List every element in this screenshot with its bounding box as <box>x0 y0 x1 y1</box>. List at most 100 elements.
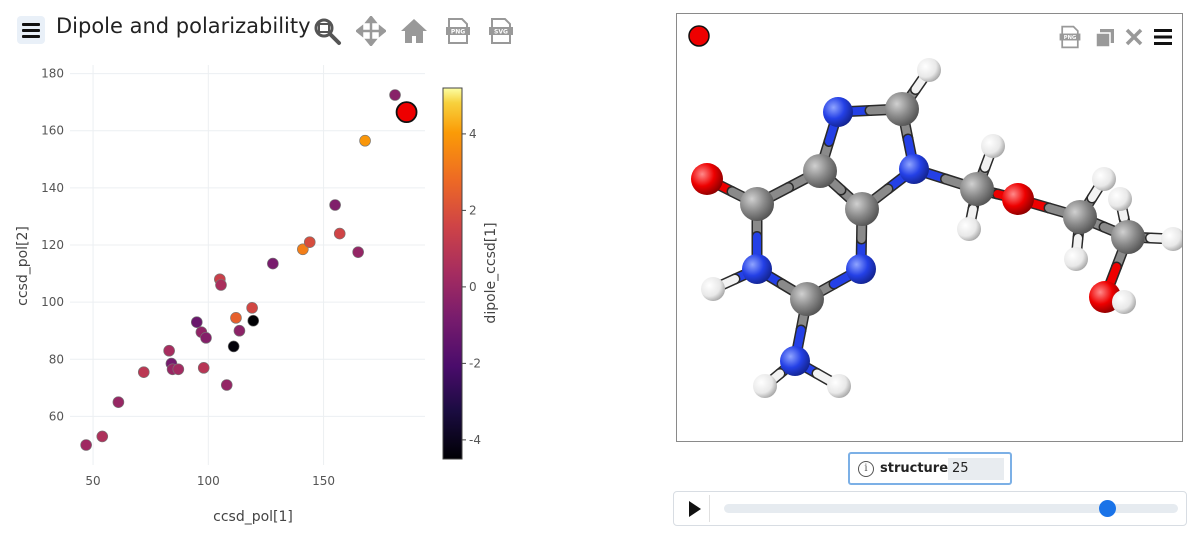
data-point[interactable] <box>80 439 92 451</box>
atom-c <box>790 282 824 316</box>
data-point[interactable] <box>112 396 125 408</box>
atom-c <box>1063 200 1097 234</box>
atom-h <box>981 134 1005 158</box>
data-point[interactable] <box>359 134 371 147</box>
y-tick-label: 80 <box>49 352 64 366</box>
playback-bar <box>673 491 1187 526</box>
data-point[interactable] <box>389 89 401 101</box>
data-point[interactable] <box>267 257 279 270</box>
data-point[interactable] <box>215 279 227 291</box>
data-point[interactable] <box>197 362 210 374</box>
play-icon[interactable] <box>677 495 709 522</box>
atom-n <box>899 154 929 184</box>
x-tick-label: 150 <box>312 474 335 488</box>
y-tick-label: 160 <box>41 124 64 138</box>
data-point[interactable] <box>352 246 364 258</box>
atom-c <box>803 154 837 188</box>
svg-text:PNG: PNG <box>451 29 465 36</box>
colorbar-ticks: -4 -2 0 2 4 <box>462 127 481 447</box>
atom-h <box>1161 227 1182 251</box>
y-tick-label: 60 <box>49 409 64 423</box>
download-png-icon[interactable]: PNG <box>1057 24 1083 50</box>
y-tick-label: 140 <box>41 181 64 195</box>
atom-n <box>823 97 853 127</box>
y-tick-label: 180 <box>41 67 64 81</box>
atom-h <box>1092 167 1116 191</box>
colorbar-tick-label: 4 <box>469 127 477 141</box>
colorbar-label: dipole_ccsd[1] <box>483 222 499 323</box>
hamburger-menu-button[interactable] <box>17 16 45 44</box>
atom-o <box>691 163 723 195</box>
data-point[interactable] <box>190 316 203 328</box>
atom-o <box>1002 183 1034 215</box>
data-point[interactable] <box>163 344 175 357</box>
data-point[interactable] <box>172 363 185 376</box>
colorbar-tick-label: -4 <box>469 433 481 447</box>
structure-input[interactable]: 25 <box>948 458 1004 480</box>
atom-c <box>740 187 774 221</box>
page-title: Dipole and polarizability <box>56 14 311 38</box>
molecule-viewer[interactable]: PNG <box>676 13 1183 442</box>
data-point[interactable] <box>233 324 246 337</box>
play-button[interactable] <box>677 495 710 522</box>
scatter-plot[interactable]: 60 80 100 120 140 160 180 50 100 150 ccsd_pol[1]… <box>0 55 520 536</box>
x-tick-label: 50 <box>85 474 100 488</box>
molecule-bonds <box>701 64 1179 392</box>
atom-n <box>846 254 876 284</box>
menu-icon[interactable] <box>1153 27 1173 47</box>
selected-data-point[interactable] <box>395 101 418 124</box>
y-axis-label: ccsd_pol[2] <box>15 226 31 306</box>
home-icon[interactable] <box>399 16 429 46</box>
atom-c <box>885 92 919 126</box>
atom-h <box>1064 247 1088 271</box>
atom-h <box>1108 187 1132 211</box>
data-point[interactable] <box>230 312 242 324</box>
structure-selector[interactable]: i structure 25 <box>848 452 1012 485</box>
y-tick-label: 100 <box>41 295 64 309</box>
atom-n <box>742 254 772 284</box>
data-point[interactable] <box>220 379 233 391</box>
colorbar-tick-label: 2 <box>469 203 477 217</box>
structure-label: structure <box>880 461 949 476</box>
atom-h <box>827 374 851 398</box>
pan-icon[interactable] <box>356 16 386 46</box>
data-point[interactable] <box>246 302 258 314</box>
atom-h <box>957 217 981 241</box>
zoom-icon[interactable] <box>312 16 342 46</box>
atom-c <box>1111 220 1145 254</box>
atom-h <box>1112 290 1136 314</box>
atom-n <box>780 346 810 376</box>
download-svg-icon[interactable]: SVG <box>486 16 516 46</box>
data-point[interactable] <box>329 199 341 211</box>
atom-c <box>845 192 879 226</box>
colorbar-tick-label: 0 <box>469 280 477 294</box>
x-axis-ticks: 50 100 150 <box>85 474 335 488</box>
svg-text:PNG: PNG <box>1064 35 1076 41</box>
info-icon[interactable]: i <box>858 461 874 477</box>
data-points[interactable] <box>80 89 418 451</box>
data-point[interactable] <box>247 314 260 327</box>
data-point[interactable] <box>200 332 212 344</box>
data-point[interactable] <box>137 366 150 378</box>
structure-slider[interactable] <box>724 500 1178 517</box>
colorbar-tick-label: -2 <box>469 356 481 370</box>
data-point[interactable] <box>96 430 109 443</box>
y-axis-ticks: 60 80 100 120 140 160 180 <box>41 67 64 424</box>
copy-icon[interactable] <box>1094 27 1116 49</box>
y-tick-label: 120 <box>41 238 64 252</box>
x-tick-label: 100 <box>197 474 220 488</box>
selected-point-marker <box>688 25 710 47</box>
close-icon[interactable] <box>1124 27 1144 47</box>
colorbar <box>442 87 463 460</box>
x-axis-label: ccsd_pol[1] <box>213 509 293 525</box>
slider-thumb[interactable] <box>1099 500 1117 517</box>
data-point[interactable] <box>227 340 240 353</box>
data-point[interactable] <box>303 236 316 248</box>
molecule-structure[interactable] <box>677 14 1183 442</box>
data-point[interactable] <box>333 227 346 240</box>
download-png-icon[interactable]: PNG <box>443 16 473 46</box>
atom-c <box>960 172 994 206</box>
svg-text:SVG: SVG <box>494 29 508 36</box>
atom-h <box>753 374 777 398</box>
atom-h <box>917 58 941 82</box>
